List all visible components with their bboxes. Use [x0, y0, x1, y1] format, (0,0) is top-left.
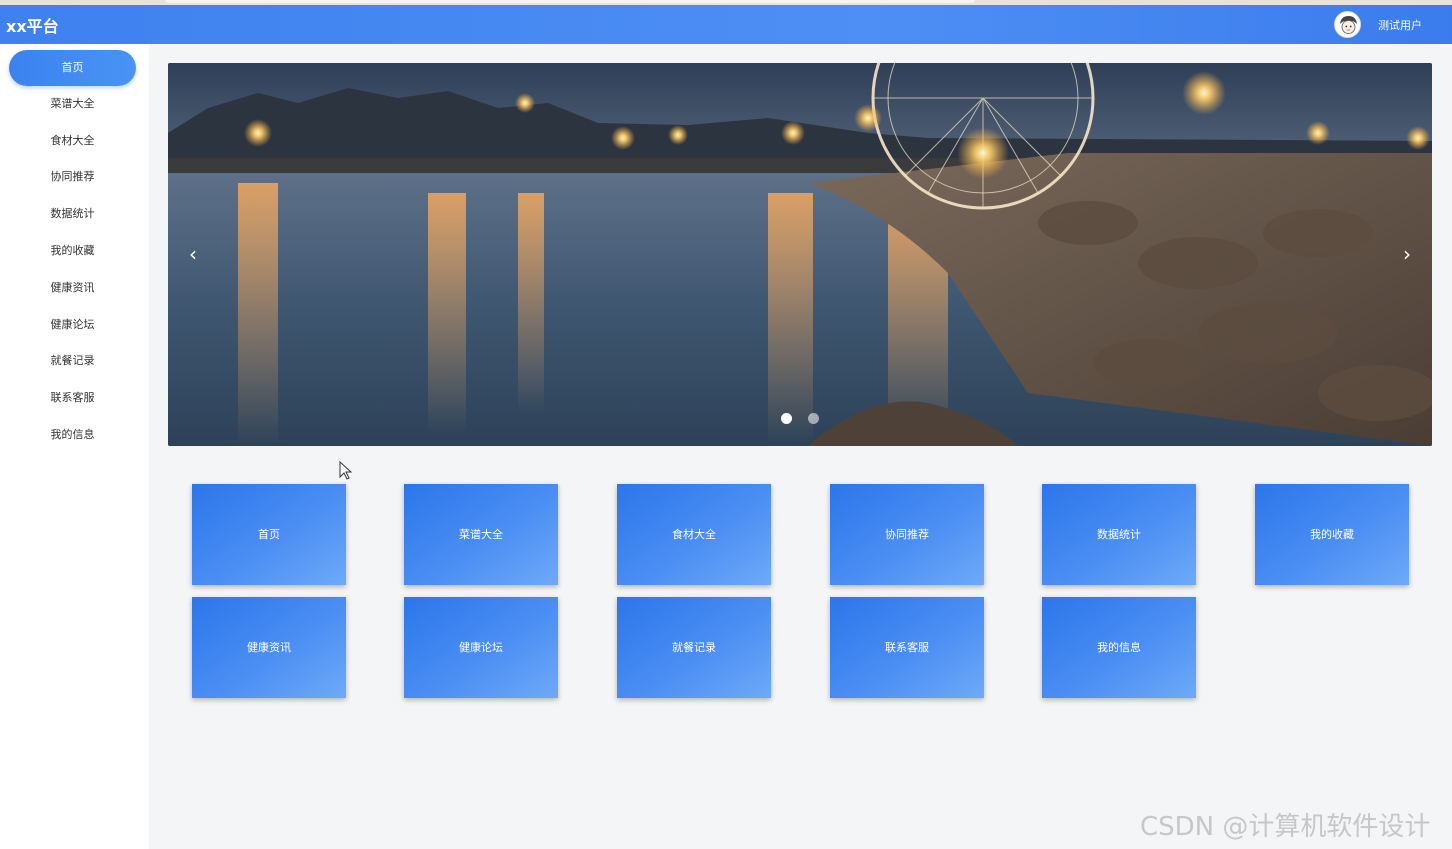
- tile-health-news[interactable]: 健康资讯: [192, 597, 346, 698]
- banner-carousel: ‹ ›: [168, 63, 1432, 446]
- sidebar-item-meal-records[interactable]: 就餐记录: [9, 343, 136, 379]
- sidebar-item-home[interactable]: 首页: [9, 50, 136, 86]
- tile-my-info[interactable]: 我的信息: [1042, 597, 1196, 698]
- tile-health-forum[interactable]: 健康论坛: [404, 597, 558, 698]
- watermark-text: CSDN @计算机软件设计: [1140, 812, 1431, 842]
- carousel-indicator-1[interactable]: [781, 413, 792, 424]
- carousel-next-arrow-icon[interactable]: ›: [1392, 239, 1422, 269]
- tile-recommend[interactable]: 协同推荐: [830, 484, 984, 585]
- user-avatar[interactable]: [1334, 11, 1361, 38]
- mouse-cursor-icon: [339, 461, 353, 480]
- tile-statistics[interactable]: 数据统计: [1042, 484, 1196, 585]
- sidebar-item-health-forum[interactable]: 健康论坛: [9, 307, 136, 343]
- avatar-icon: [1335, 12, 1360, 37]
- sidebar-item-recommend[interactable]: 协同推荐: [9, 159, 136, 195]
- brand-title: xx平台: [6, 17, 59, 36]
- sidebar-item-my-info[interactable]: 我的信息: [9, 417, 136, 453]
- tile-favorites[interactable]: 我的收藏: [1255, 484, 1409, 585]
- sidebar-item-health-news[interactable]: 健康资讯: [9, 270, 136, 306]
- tile-recipes[interactable]: 菜谱大全: [404, 484, 558, 585]
- tile-meal-records[interactable]: 就餐记录: [617, 597, 771, 698]
- sidebar-item-recipes[interactable]: 菜谱大全: [9, 86, 136, 122]
- carousel-indicator-2[interactable]: [808, 413, 819, 424]
- top-header: xx平台 测试用户: [0, 5, 1452, 44]
- tile-support[interactable]: 联系客服: [830, 597, 984, 698]
- tile-home[interactable]: 首页: [192, 484, 346, 585]
- address-bar-fragment: [165, 0, 975, 3]
- sidebar-item-favorites[interactable]: 我的收藏: [9, 233, 136, 269]
- carousel-prev-arrow-icon[interactable]: ‹: [178, 239, 208, 269]
- carousel-slide-image: [168, 63, 1432, 446]
- user-name[interactable]: 测试用户: [1378, 17, 1422, 33]
- sidebar-nav: 首页 菜谱大全 食材大全 协同推荐 数据统计 我的收藏 健康资讯 健康论坛 就餐…: [0, 44, 149, 849]
- tile-ingredients[interactable]: 食材大全: [617, 484, 771, 585]
- sidebar-item-support[interactable]: 联系客服: [9, 380, 136, 416]
- sidebar-item-statistics[interactable]: 数据统计: [9, 196, 136, 232]
- sidebar-item-ingredients[interactable]: 食材大全: [9, 123, 136, 159]
